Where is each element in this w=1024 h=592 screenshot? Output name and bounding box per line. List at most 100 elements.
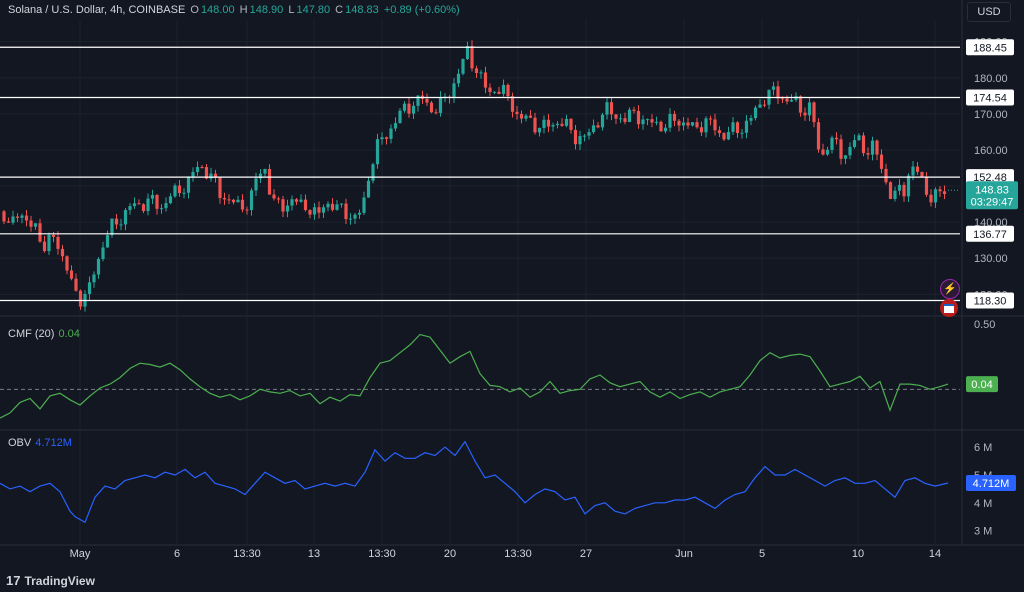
candle-body <box>744 120 749 133</box>
candle-body <box>137 203 141 205</box>
candle-body <box>843 155 848 159</box>
candle-body <box>515 111 519 114</box>
candle-body <box>330 203 335 210</box>
candle-body <box>717 130 722 134</box>
candle-body <box>564 118 569 126</box>
candle-body <box>465 45 470 60</box>
candle-body <box>560 123 564 126</box>
obv-y-tick: 6 M <box>974 442 992 454</box>
candle-body <box>366 180 371 198</box>
candle-body <box>141 204 146 212</box>
candle-body <box>380 137 384 140</box>
candle-body <box>344 203 348 220</box>
candle-body <box>434 112 438 114</box>
candle-body <box>461 59 465 74</box>
candle-body <box>614 114 618 119</box>
candle-body <box>65 256 69 271</box>
candle-body <box>317 207 321 213</box>
obv-legend[interactable]: OBV 4.712M <box>8 437 72 449</box>
candle-body <box>578 136 582 145</box>
footer-bar <box>0 568 1024 592</box>
candle-body <box>879 154 884 169</box>
candle-body <box>812 102 816 123</box>
candle-body <box>528 115 533 118</box>
currency-button[interactable]: USD <box>967 2 1011 22</box>
obv-label: OBV <box>8 437 32 449</box>
candle-body <box>168 196 173 204</box>
candle-body <box>875 140 879 155</box>
candle-body <box>627 109 632 122</box>
open-label: O <box>190 4 199 16</box>
candle-body <box>726 131 731 140</box>
y-tick-label: 160.00 <box>974 145 1008 157</box>
candle-body <box>533 117 537 133</box>
candle-body <box>911 166 915 176</box>
candle-body <box>263 168 267 174</box>
candle-body <box>920 171 924 177</box>
candle-body <box>348 218 353 220</box>
candle-body <box>308 210 312 215</box>
candle-body <box>290 199 294 206</box>
candle-body <box>870 140 875 155</box>
candle-body <box>830 137 834 150</box>
candle-body <box>29 220 33 227</box>
candle-body <box>609 102 614 115</box>
level-price-label: 188.45 <box>973 42 1007 54</box>
candle-body <box>884 168 888 183</box>
candle-body <box>281 199 285 212</box>
candle-body <box>474 68 479 73</box>
candle-body <box>942 191 947 195</box>
candle-body <box>60 248 65 257</box>
symbol-header: Solana / U.S. Dollar, 4h, COINBASE O 148.… <box>8 4 462 16</box>
candle-body <box>150 195 155 199</box>
candle-body <box>546 119 551 127</box>
candle-body <box>132 203 137 207</box>
candle-body <box>155 195 159 209</box>
candle-body <box>222 197 227 200</box>
candle-body <box>371 164 375 181</box>
us-flag-icon[interactable] <box>940 299 958 317</box>
cmf-line <box>0 333 949 419</box>
tradingview-mark-icon: 17 <box>6 573 21 588</box>
candle-body <box>654 121 659 123</box>
candle-body <box>353 214 357 219</box>
bolt-icon[interactable]: ⚡ <box>940 279 960 299</box>
cmf-value-label: 0.04 <box>971 379 992 391</box>
level-price-label: 174.54 <box>973 92 1007 104</box>
candle-body <box>897 184 902 191</box>
price-chart[interactable]: May613:301313:302013:3027Jun51014190.001… <box>0 0 1024 592</box>
cmf-label: CMF (20) <box>8 328 55 340</box>
candle-body <box>87 282 92 294</box>
candle-body <box>339 203 344 205</box>
candle-body <box>177 185 182 194</box>
candle-body <box>929 194 933 203</box>
candle-body <box>393 123 398 129</box>
candle-body <box>776 86 780 99</box>
candle-body <box>834 137 839 140</box>
obv-value-label: 4.712M <box>973 478 1010 490</box>
tradingview-logo[interactable]: 17 TradingView <box>6 573 95 588</box>
candle-body <box>591 125 596 133</box>
cmf-y-tick: 0.50 <box>974 319 995 331</box>
candle-body <box>569 118 573 130</box>
candle-body <box>276 198 281 200</box>
candle-body <box>231 199 236 203</box>
cmf-legend[interactable]: CMF (20) 0.04 <box>8 328 80 340</box>
candle-body <box>749 118 753 121</box>
candle-body <box>636 110 641 125</box>
candle-body <box>38 223 42 242</box>
candle-body <box>821 149 825 155</box>
candle-body <box>182 192 186 194</box>
candle-body <box>519 113 524 119</box>
candle-body <box>101 247 105 260</box>
candle-body <box>240 199 245 210</box>
candle-body <box>438 96 443 113</box>
candle-body <box>677 120 681 126</box>
candle-body <box>186 176 191 193</box>
candle-body <box>933 189 938 203</box>
candle-body <box>708 118 713 120</box>
candle-body <box>312 207 317 215</box>
logo-text: TradingView <box>24 573 95 588</box>
candle-body <box>740 132 744 134</box>
countdown-label: 03:29:47 <box>971 196 1014 208</box>
